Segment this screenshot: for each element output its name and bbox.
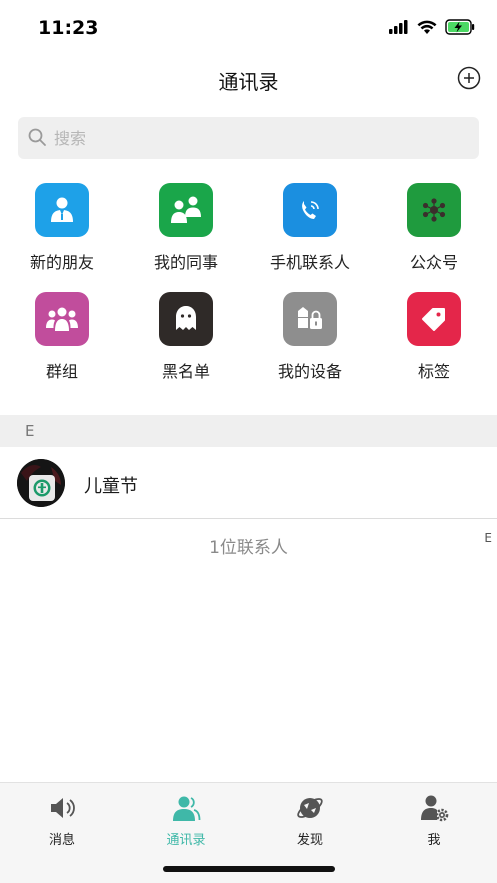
grid-label: 公众号	[409, 253, 458, 272]
grid-label: 黑名单	[161, 362, 210, 381]
tag-icon	[407, 292, 461, 346]
grid-item-colleagues[interactable]: 我的同事	[124, 183, 248, 279]
devices-icon	[283, 292, 337, 346]
grid-item-my-devices[interactable]: 我的设备	[248, 292, 372, 388]
status-bar: 11:23	[0, 0, 497, 56]
contacts-icon	[173, 796, 201, 821]
speaker-icon	[51, 798, 75, 818]
contact-row[interactable]: 儿童节	[0, 447, 497, 519]
tab-me[interactable]: 我	[372, 791, 496, 851]
status-time: 11:23	[38, 17, 99, 39]
battery-icon	[445, 19, 475, 35]
signal-icon	[389, 20, 408, 34]
grid-item-tags[interactable]: 标签	[372, 292, 496, 388]
planet-icon	[297, 798, 323, 818]
new-friend-icon	[35, 183, 89, 237]
group-icon	[35, 292, 89, 346]
grid-label: 群组	[45, 362, 78, 381]
grid-label: 我的设备	[277, 362, 342, 381]
plus-circle-icon	[457, 66, 481, 90]
section-header: E	[0, 415, 497, 447]
official-account-icon	[407, 183, 461, 237]
home-indicator	[163, 866, 335, 872]
tab-messages[interactable]: 消息	[0, 791, 124, 851]
grid-item-official-accounts[interactable]: 公众号	[372, 183, 496, 279]
user-settings-icon	[421, 795, 449, 822]
avatar	[17, 459, 65, 507]
grid-label: 手机联系人	[269, 253, 350, 272]
tab-label: 消息	[48, 833, 75, 848]
search-bar[interactable]	[18, 117, 479, 159]
header: 通讯录	[0, 56, 497, 102]
search-input[interactable]	[54, 117, 454, 159]
colleagues-icon	[159, 183, 213, 237]
tab-label: 通讯录	[166, 833, 206, 848]
grid-item-groups[interactable]: 群组	[0, 292, 124, 388]
phone-contacts-icon	[283, 183, 337, 237]
status-icons	[389, 19, 475, 35]
grid-label: 新的朋友	[29, 253, 94, 272]
tab-discover[interactable]: 发现	[248, 791, 372, 851]
contact-name: 儿童节	[84, 476, 138, 497]
grid-item-blacklist[interactable]: 黑名单	[124, 292, 248, 388]
page-title: 通讯录	[218, 70, 279, 94]
tab-label: 发现	[296, 833, 323, 848]
contact-count: 1位联系人	[209, 538, 288, 558]
add-button[interactable]	[457, 66, 481, 90]
grid-item-new-friends[interactable]: 新的朋友	[0, 183, 124, 279]
search-icon	[28, 128, 46, 146]
wifi-icon	[417, 20, 437, 34]
index-letter[interactable]: E	[484, 531, 492, 545]
ghost-icon	[159, 292, 213, 346]
tab-label: 我	[427, 833, 441, 848]
tab-contacts[interactable]: 通讯录	[124, 791, 248, 851]
grid-item-phone-contacts[interactable]: 手机联系人	[248, 183, 372, 279]
section-letter: E	[25, 422, 35, 440]
grid-label: 我的同事	[153, 253, 218, 272]
grid-label: 标签	[417, 362, 450, 381]
